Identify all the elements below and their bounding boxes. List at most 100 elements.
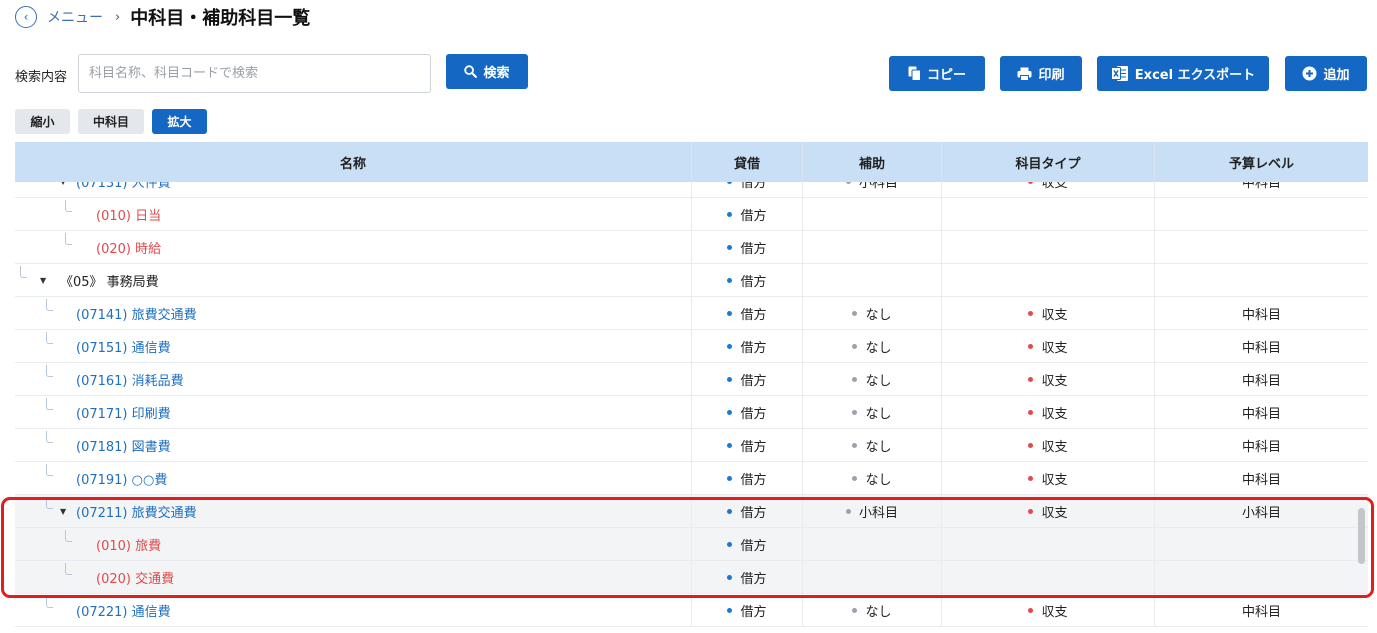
account-name[interactable]: (07161) 消耗品費: [76, 370, 184, 389]
account-name[interactable]: (07181) 図書費: [76, 436, 171, 455]
table-row[interactable]: (010) 旅費 借方: [15, 528, 1368, 561]
credit-value: 借方: [740, 572, 767, 587]
print-button-label: 印刷: [1038, 68, 1065, 83]
status-dot-icon: [727, 608, 733, 613]
plus-circle-icon: [1302, 66, 1317, 81]
status-dot-icon: [1028, 311, 1034, 316]
tree-connector: [65, 233, 72, 245]
account-name[interactable]: (07191) ○○費: [76, 469, 167, 488]
budget-cell: [1155, 264, 1368, 297]
budget-value: 中科目: [1241, 605, 1281, 620]
table-row[interactable]: (07171) 印刷費 借方 なし 収支 中科目: [15, 396, 1368, 429]
type-cell: 収支: [942, 363, 1155, 396]
breadcrumb-menu-link[interactable]: メニュー: [47, 7, 103, 27]
credit-cell: 借方: [692, 363, 803, 396]
credit-cell: 借方: [692, 231, 803, 264]
name-cell: (07141) 旅費交通費: [15, 297, 692, 330]
budget-value: 中科目: [1241, 308, 1281, 323]
aux-cell: なし: [803, 594, 942, 627]
credit-value: 借方: [740, 374, 767, 389]
table-row[interactable]: (020) 交通費 借方: [15, 561, 1368, 594]
table-row[interactable]: ▼ 《05》 事務局費 借方: [15, 264, 1368, 297]
column-header-type[interactable]: 科目タイプ: [942, 142, 1155, 182]
credit-cell: 借方: [692, 561, 803, 594]
status-dot-icon: [852, 311, 858, 316]
status-dot-icon: [1028, 476, 1034, 481]
budget-cell: 中科目: [1155, 594, 1368, 627]
search-button[interactable]: 検索: [446, 54, 528, 89]
tree-connector: [46, 596, 53, 608]
zoom-expand-button[interactable]: 拡大: [152, 109, 207, 134]
name-cell: ▼ 《05》 事務局費: [15, 264, 692, 297]
type-cell: [942, 231, 1155, 264]
status-dot-icon: [727, 245, 733, 250]
status-dot-icon: [1028, 377, 1034, 382]
type-cell: [942, 528, 1155, 561]
account-name: (010) 旅費: [96, 539, 162, 554]
table-row[interactable]: (07161) 消耗品費 借方 なし 収支 中科目: [15, 363, 1368, 396]
add-button-label: 追加: [1323, 68, 1350, 83]
tree-connector: [46, 299, 53, 311]
table-row[interactable]: (010) 日当 借方: [15, 198, 1368, 231]
account-name[interactable]: (07211) 旅費交通費: [76, 502, 197, 521]
caret-down-icon[interactable]: ▼: [40, 276, 46, 285]
account-name[interactable]: (07221) 通信費: [76, 601, 171, 620]
credit-value: 借方: [740, 275, 767, 290]
status-dot-icon: [727, 443, 733, 448]
chevron-left-icon[interactable]: ‹: [15, 6, 37, 28]
table-row[interactable]: (07221) 通信費 借方 なし 収支 中科目: [15, 594, 1368, 627]
type-value: 収支: [1041, 374, 1068, 389]
type-value: 収支: [1041, 473, 1068, 488]
table-header: 名称 貸借 補助 科目タイプ 予算レベル: [15, 142, 1368, 182]
type-cell: 収支: [942, 495, 1155, 528]
table-scrollbar[interactable]: [1358, 508, 1365, 564]
page-title: 中科目・補助科目一覧: [130, 8, 311, 29]
budget-value: 中科目: [1241, 440, 1281, 455]
add-button[interactable]: 追加: [1285, 56, 1367, 91]
table-row[interactable]: (020) 時給 借方: [15, 231, 1368, 264]
type-cell: [942, 264, 1155, 297]
table-row[interactable]: (07141) 旅費交通費 借方 なし 収支 中科目: [15, 297, 1368, 330]
budget-cell: 小科目: [1155, 495, 1368, 528]
search-input[interactable]: [78, 54, 431, 93]
type-cell: [942, 198, 1155, 231]
table-row[interactable]: (07191) ○○費 借方 なし 収支 中科目: [15, 462, 1368, 495]
breadcrumb: ‹ メニュー › 中科目・補助科目一覧: [15, 5, 310, 29]
credit-cell: 借方: [692, 330, 803, 363]
aux-cell: 小科目: [803, 495, 942, 528]
print-button[interactable]: 印刷: [1000, 56, 1082, 91]
tree-connector: [46, 464, 53, 476]
copy-button[interactable]: コピー: [889, 56, 985, 91]
zoom-shrink-button[interactable]: 縮小: [15, 109, 70, 134]
name-cell: (07191) ○○費: [15, 462, 692, 495]
table-row[interactable]: ▼ (07211) 旅費交通費 借方 小科目 収支 小科目: [15, 495, 1368, 528]
name-cell: (020) 交通費: [15, 561, 692, 594]
excel-export-button[interactable]: Excel エクスポート: [1097, 56, 1269, 91]
account-name[interactable]: (07151) 通信費: [76, 337, 171, 356]
status-dot-icon: [852, 443, 858, 448]
budget-value: 中科目: [1241, 407, 1281, 422]
table-row[interactable]: (07151) 通信費 借方 なし 収支 中科目: [15, 330, 1368, 363]
table-row[interactable]: (07181) 図書費 借方 なし 収支 中科目: [15, 429, 1368, 462]
account-name[interactable]: (07171) 印刷費: [76, 403, 171, 422]
caret-down-icon[interactable]: ▼: [60, 507, 66, 516]
tree-connector: [46, 431, 53, 443]
credit-value: 借方: [740, 473, 767, 488]
name-cell: (07171) 印刷費: [15, 396, 692, 429]
account-name: 《05》 事務局費: [60, 275, 159, 290]
credit-value: 借方: [740, 407, 767, 422]
credit-cell: 借方: [692, 429, 803, 462]
type-value: 収支: [1041, 605, 1068, 620]
tree-connector: [46, 365, 53, 377]
account-name[interactable]: (07141) 旅費交通費: [76, 304, 197, 323]
credit-cell: 借方: [692, 396, 803, 429]
budget-cell: 中科目: [1155, 396, 1368, 429]
column-header-credit[interactable]: 貸借: [692, 142, 803, 182]
aux-cell: [803, 528, 942, 561]
status-dot-icon: [1028, 410, 1034, 415]
column-header-budget[interactable]: 予算レベル: [1155, 142, 1368, 182]
column-header-name[interactable]: 名称: [15, 142, 692, 182]
column-header-aux[interactable]: 補助: [803, 142, 942, 182]
zoom-middle-button[interactable]: 中科目: [78, 109, 144, 134]
budget-value: 中科目: [1241, 341, 1281, 356]
